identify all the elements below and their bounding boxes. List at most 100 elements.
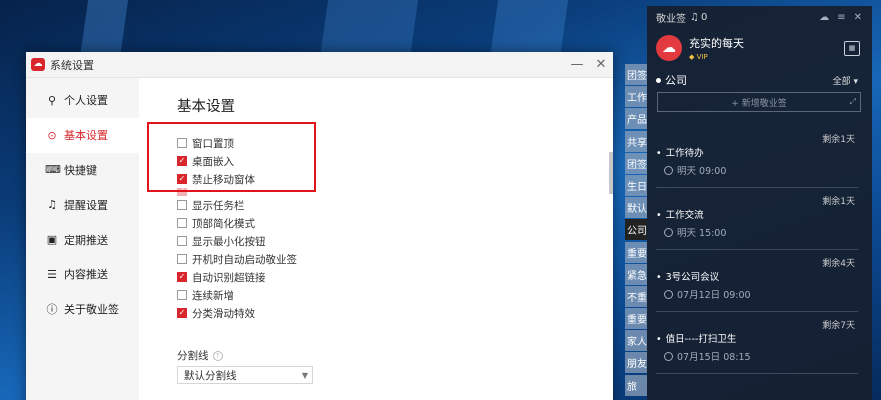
notification-count: 0 bbox=[700, 11, 708, 23]
sidebar-item-5[interactable]: ☰ 内容推送 bbox=[26, 257, 139, 292]
option-row[interactable]: 顶部简化模式 bbox=[177, 214, 297, 232]
category-tab[interactable]: 家人 bbox=[625, 330, 647, 352]
content-icon: ☰ bbox=[47, 267, 57, 281]
category-tab[interactable]: 产品 bbox=[625, 108, 647, 130]
note-time: 07月12日 09:00 bbox=[664, 287, 751, 301]
add-note-label: + 新增敬业签 bbox=[731, 98, 787, 109]
option-label: 顶部简化模式 bbox=[192, 217, 255, 230]
bell-icon[interactable]: ♫ bbox=[690, 12, 699, 23]
category-header: 公司 全部 ▾ bbox=[647, 68, 872, 92]
divider-select[interactable]: 默认分割线 ▼ bbox=[177, 366, 313, 384]
user-icon: ⚲ bbox=[47, 93, 57, 107]
option-label: 分类滑动特效 bbox=[192, 307, 255, 320]
category-tab[interactable]: 共享 bbox=[625, 130, 647, 152]
clock-icon bbox=[664, 165, 673, 175]
note-title: 值日----打扫卫生 bbox=[656, 331, 737, 345]
cloud-sync-icon[interactable]: ☁ bbox=[819, 12, 829, 23]
info-icon: ⓘ bbox=[46, 303, 58, 317]
sidebar-item-0[interactable]: ⚲ 个人设置 bbox=[26, 83, 139, 118]
minimize-button[interactable]: — bbox=[565, 52, 589, 78]
add-note-button[interactable]: + 新增敬业签 ⤢ bbox=[657, 92, 861, 112]
sidebar-item-label: 基本设置 bbox=[64, 129, 108, 143]
note-item[interactable]: 剩余1天工作交流明天 15:00 bbox=[647, 188, 872, 250]
checkbox[interactable] bbox=[177, 290, 187, 300]
category-tab[interactable]: 不重 bbox=[625, 285, 647, 307]
sidebar-item-2[interactable]: ⌨ 快捷键 bbox=[26, 153, 139, 188]
sidebar-item-label: 快捷键 bbox=[64, 163, 97, 177]
category-tab[interactable]: 紧急 bbox=[625, 263, 647, 285]
option-row[interactable]: 显示任务栏 bbox=[177, 196, 297, 214]
remaining-days: 剩余7天 bbox=[822, 321, 855, 331]
sidebar-item-6[interactable]: ⓘ 关于敬业签 bbox=[26, 292, 139, 327]
chevron-down-icon: ▼ bbox=[301, 370, 308, 380]
vip-badge: ◆ VIP bbox=[689, 53, 708, 61]
category-tab[interactable]: 重要 bbox=[625, 241, 647, 263]
help-icon[interactable]: ? bbox=[212, 350, 223, 361]
category-tab[interactable]: 朋友 bbox=[625, 352, 647, 374]
category-tab[interactable]: 生日 bbox=[625, 174, 647, 196]
scrollbar-thumb[interactable] bbox=[609, 152, 613, 194]
sidebar-item-label: 关于敬业签 bbox=[64, 303, 119, 317]
expand-icon[interactable]: ⤢ bbox=[850, 97, 856, 107]
note-title: 工作交流 bbox=[656, 207, 704, 221]
option-label: 连续新增 bbox=[192, 289, 234, 302]
category-tab[interactable]: 重要 bbox=[625, 308, 647, 330]
category-tab[interactable]: 工作 bbox=[625, 86, 647, 108]
close-button[interactable]: ✕ bbox=[589, 52, 613, 78]
panel-header: 敬业签 ♫ 0 ☁ ≡ ✕ bbox=[647, 6, 872, 28]
category-tab[interactable]: 默认 bbox=[625, 197, 647, 219]
category-tab[interactable]: 团签 bbox=[625, 152, 647, 174]
option-row[interactable]: 开机时自动启动敬业签 bbox=[177, 250, 297, 268]
option-label: 显示最小化按钮 bbox=[192, 235, 266, 248]
checkbox[interactable] bbox=[177, 218, 187, 228]
settings-window: ☁ 系统设置 — ✕ ⚲ 个人设置 ⊙ 基本设置 ⌨ 快捷键 ♫ 提醒设置 ▣ 定期推送 ☰ 内容推送… bbox=[26, 52, 613, 400]
checkbox[interactable] bbox=[177, 200, 187, 210]
bullet-icon bbox=[656, 77, 661, 83]
option-row[interactable]: 连续新增 bbox=[177, 286, 297, 304]
divider bbox=[656, 373, 858, 374]
checkbox[interactable]: ✓ bbox=[177, 308, 187, 318]
checkbox[interactable]: ✓ bbox=[177, 272, 187, 282]
clock-icon bbox=[664, 227, 673, 237]
calendar-icon[interactable]: ▦ bbox=[844, 40, 860, 56]
menu-icon[interactable]: ≡ bbox=[837, 12, 845, 23]
schedule-icon: ▣ bbox=[46, 233, 58, 247]
category-name: 公司 bbox=[665, 74, 687, 87]
remaining-days: 剩余1天 bbox=[822, 135, 855, 145]
category-tab[interactable]: 旅 bbox=[625, 374, 647, 396]
sidebar-item-3[interactable]: ♫ 提醒设置 bbox=[26, 187, 139, 222]
note-title: 工作待办 bbox=[656, 145, 704, 159]
notes-panel: 敬业签 ♫ 0 ☁ ≡ ✕ ☁ 充实的每天 ◆ VIP ▦ 公司 全部 ▾ + … bbox=[647, 6, 872, 400]
note-time: 明天 15:00 bbox=[664, 225, 726, 239]
category-tab[interactable]: 公司 bbox=[625, 219, 647, 241]
option-row[interactable]: ✓ 自动识别超链接 bbox=[177, 268, 297, 286]
section-title: 基本设置 bbox=[177, 99, 235, 115]
sidebar-item-1[interactable]: ⊙ 基本设置 bbox=[26, 117, 139, 153]
checkbox[interactable] bbox=[177, 236, 187, 246]
option-label: 显示任务栏 bbox=[192, 199, 245, 212]
close-icon[interactable]: ✕ bbox=[854, 12, 862, 23]
clock-icon bbox=[664, 351, 673, 361]
app-logo-icon: ☁ bbox=[31, 58, 45, 71]
bell-icon: ♫ bbox=[47, 198, 57, 212]
gear-icon: ⊙ bbox=[47, 128, 57, 142]
sidebar-item-4[interactable]: ▣ 定期推送 bbox=[26, 222, 139, 257]
divider-setting-label: 分割线 ? bbox=[177, 348, 223, 363]
category-tab[interactable]: 团签 bbox=[625, 64, 647, 85]
user-name: 充实的每天 bbox=[689, 37, 744, 50]
sidebar-item-label: 内容推送 bbox=[64, 268, 108, 282]
option-row[interactable]: ✓ 分类滑动特效 bbox=[177, 304, 297, 322]
note-item[interactable]: 剩余4天 3号公司会议 07月12日 09:00 bbox=[647, 250, 872, 312]
option-label: 开机时自动启动敬业签 bbox=[192, 253, 297, 266]
note-title: 3号公司会议 bbox=[656, 269, 720, 283]
avatar[interactable]: ☁ bbox=[656, 35, 682, 61]
highlight-box bbox=[147, 122, 316, 192]
option-row[interactable]: 显示最小化按钮 bbox=[177, 232, 297, 250]
note-item[interactable]: 剩余1天工作待办明天 09:00 bbox=[647, 126, 872, 188]
divider-label: 分割线 bbox=[177, 350, 209, 362]
note-item[interactable]: 剩余7天值日----打扫卫生 07月15日 08:15 bbox=[647, 312, 872, 374]
note-time-text: 明天 09:00 bbox=[677, 166, 727, 177]
category-filter[interactable]: 全部 ▾ bbox=[833, 74, 858, 87]
checkbox[interactable] bbox=[177, 254, 187, 264]
title-bar[interactable]: ☁ 系统设置 — ✕ bbox=[26, 52, 613, 78]
